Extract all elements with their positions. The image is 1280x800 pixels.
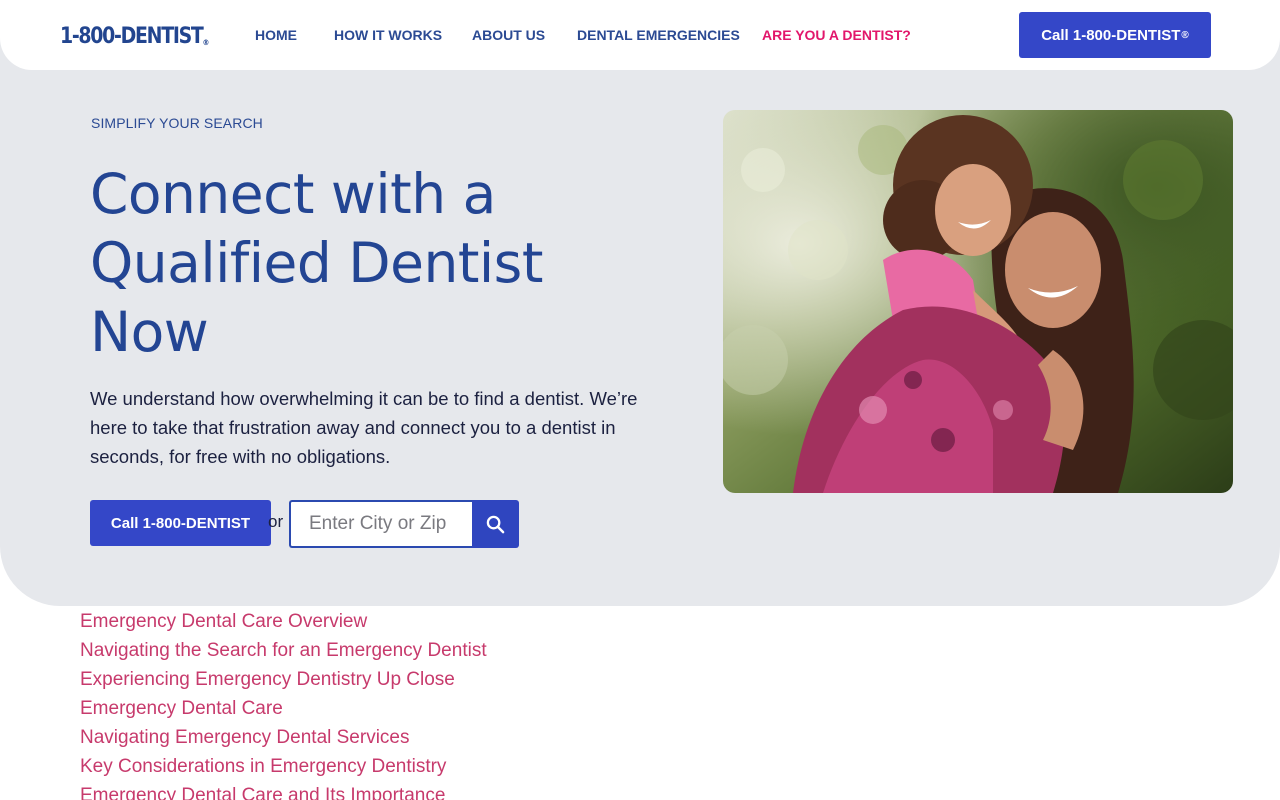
headline-line-2: Qualified Dentist [90, 231, 543, 295]
logo-text: 1-800-DENTIST [60, 24, 204, 49]
nav-home[interactable]: HOME [255, 27, 297, 43]
headline-line-1: Connect with a [90, 162, 496, 226]
toc-item: Emergency Dental Care Overview [80, 609, 487, 638]
nav-how-it-works[interactable]: HOW IT WORKS [334, 27, 442, 43]
toc-item: Navigating the Search for an Emergency D… [80, 638, 487, 667]
search-icon [486, 515, 505, 533]
toc-item: Emergency Dental Care and Its Importance [80, 783, 487, 800]
hero-call-button[interactable]: Call 1-800-DENTIST [90, 500, 271, 546]
city-zip-search-input[interactable] [289, 500, 473, 548]
mother-daughter-photo [723, 110, 1233, 493]
toc-item: Experiencing Emergency Dentistry Up Clos… [80, 667, 487, 696]
header-call-button[interactable]: Call 1-800-DENTIST ® [1019, 12, 1211, 58]
hero-eyebrow: SIMPLIFY YOUR SEARCH [91, 115, 263, 131]
toc-item: Key Considerations in Emergency Dentistr… [80, 754, 487, 783]
table-of-contents: Emergency Dental Care Overview Navigatin… [80, 609, 487, 800]
nav-about-us[interactable]: ABOUT US [472, 27, 545, 43]
nav-are-you-a-dentist[interactable]: ARE YOU A DENTIST? [762, 27, 911, 43]
toc-link-emergency-dental-care-overview[interactable]: Emergency Dental Care Overview [80, 611, 367, 632]
toc-link-experiencing-emergency-dentistry[interactable]: Experiencing Emergency Dentistry Up Clos… [80, 669, 455, 690]
header-call-registered-mark: ® [1181, 29, 1189, 41]
site-logo[interactable]: 1-800-DENTIST® [60, 24, 209, 49]
search-button[interactable] [472, 500, 519, 548]
nav-dental-emergencies[interactable]: DENTAL EMERGENCIES [577, 27, 740, 43]
hero-headline: Connect with a Qualified Dentist Now [90, 160, 650, 367]
toc-link-navigating-services[interactable]: Navigating Emergency Dental Services [80, 727, 410, 748]
hero-description: We understand how overwhelming it can be… [90, 388, 638, 467]
headline-line-3: Now [90, 300, 209, 364]
hero-photo [723, 110, 1233, 493]
site-header: 1-800-DENTIST® HOME HOW IT WORKS ABOUT U… [0, 0, 1280, 70]
toc-item: Navigating Emergency Dental Services [80, 725, 487, 754]
toc-link-importance[interactable]: Emergency Dental Care and Its Importance [80, 785, 445, 800]
or-separator: or [268, 512, 284, 531]
toc-link-navigating-search[interactable]: Navigating the Search for an Emergency D… [80, 640, 487, 661]
logo-registered-mark: ® [202, 38, 210, 47]
toc-link-emergency-dental-care[interactable]: Emergency Dental Care [80, 698, 283, 719]
toc-link-key-considerations[interactable]: Key Considerations in Emergency Dentistr… [80, 756, 446, 777]
header-call-label: Call 1-800-DENTIST [1041, 26, 1181, 44]
toc-item: Emergency Dental Care [80, 696, 487, 725]
